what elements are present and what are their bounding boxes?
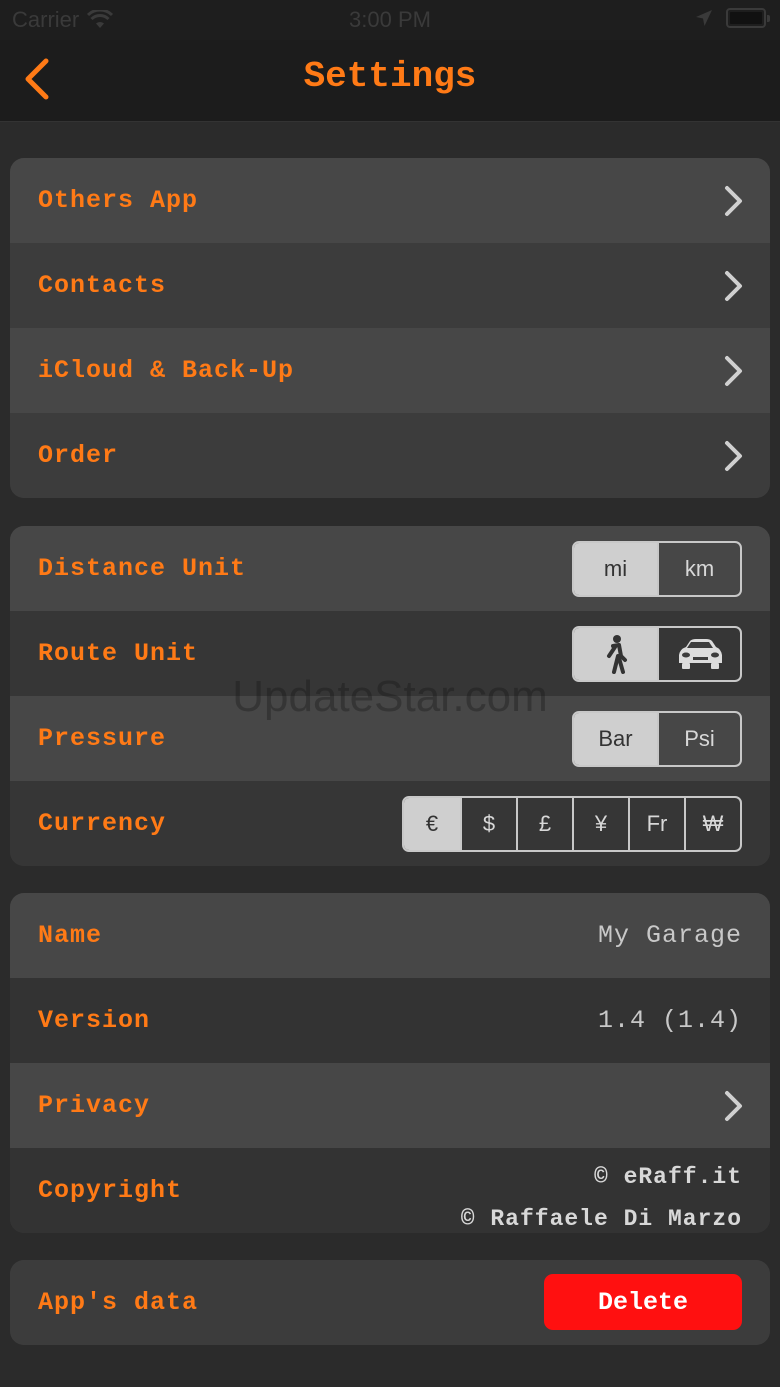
segment-euro[interactable]: €: [404, 797, 460, 850]
row-currency: Currency € $ £ ¥ Fr ₩: [10, 781, 770, 866]
row-version: Version 1.4 (1.4): [10, 978, 770, 1063]
info-card: Name My Garage Version 1.4 (1.4) Privacy…: [10, 893, 770, 1233]
delete-button[interactable]: Delete: [544, 1274, 742, 1330]
segment-won[interactable]: ₩: [684, 797, 740, 850]
row-label: Order: [38, 441, 119, 470]
settings-content: Others App Contacts iCloud & Back-Up Ord…: [0, 122, 780, 1387]
battery-icon: [726, 8, 770, 28]
row-copyright: Copyright © eRaff.it © Raffaele Di Marzo: [10, 1148, 770, 1233]
row-contacts[interactable]: Contacts: [10, 243, 770, 328]
row-label: Pressure: [38, 724, 167, 753]
row-label: iCloud & Back-Up: [38, 356, 295, 385]
navigation-bar: Settings: [0, 40, 780, 122]
row-label: Contacts: [38, 271, 167, 300]
row-label: App's data: [38, 1288, 199, 1317]
segment-yen[interactable]: ¥: [572, 797, 628, 850]
row-label: Others App: [38, 186, 199, 215]
row-label: Version: [38, 1006, 151, 1035]
row-others-app[interactable]: Others App: [10, 158, 770, 243]
chevron-right-icon: [725, 441, 742, 471]
app-data-card: App's data Delete: [10, 1260, 770, 1345]
currency-segmented: € $ £ ¥ Fr ₩: [402, 795, 742, 852]
chevron-right-icon: [725, 356, 742, 386]
row-label: Distance Unit: [38, 554, 247, 583]
copyright-text: © eRaff.it © Raffaele Di Marzo: [461, 1156, 742, 1233]
name-value: My Garage: [597, 921, 742, 950]
row-label: Name: [38, 921, 103, 950]
row-label: Route Unit: [38, 639, 199, 668]
watermark-text: UpdateStar.com: [232, 672, 548, 721]
row-label: Privacy: [38, 1091, 151, 1120]
row-distance-unit: Distance Unit mi km: [10, 526, 770, 611]
chevron-right-icon: [725, 271, 742, 301]
chevron-right-icon: [725, 1091, 742, 1121]
chevron-right-icon: [725, 186, 742, 216]
segment-pound[interactable]: £: [516, 797, 572, 850]
row-order[interactable]: Order: [10, 413, 770, 498]
segment-mi[interactable]: mi: [574, 542, 657, 595]
row-name: Name My Garage: [10, 893, 770, 978]
location-arrow-icon: [696, 10, 712, 26]
page-title: Settings: [303, 56, 477, 97]
copyright-line-2: © Raffaele Di Marzo: [460, 1206, 742, 1232]
status-time: 3:00 PM: [349, 7, 431, 32]
segment-franc[interactable]: Fr: [628, 797, 684, 850]
version-value: 1.4 (1.4): [597, 1006, 742, 1035]
row-icloud-backup[interactable]: iCloud & Back-Up: [10, 328, 770, 413]
row-label: Copyright: [38, 1176, 183, 1205]
distance-unit-segmented: mi km: [572, 540, 742, 597]
walking-icon: [606, 634, 627, 674]
status-right: [694, 8, 770, 28]
segment-dollar[interactable]: $: [460, 797, 516, 850]
segment-km[interactable]: km: [657, 542, 740, 595]
car-icon: [678, 638, 722, 669]
status-bar: Carrier 3:00 PM: [0, 0, 780, 40]
links-card: Others App Contacts iCloud & Back-Up Ord…: [10, 158, 770, 498]
copyright-line-1: © eRaff.it: [593, 1164, 742, 1190]
row-label: Currency: [38, 809, 167, 838]
row-privacy[interactable]: Privacy: [10, 1063, 770, 1148]
row-app-data: App's data Delete: [10, 1260, 770, 1345]
